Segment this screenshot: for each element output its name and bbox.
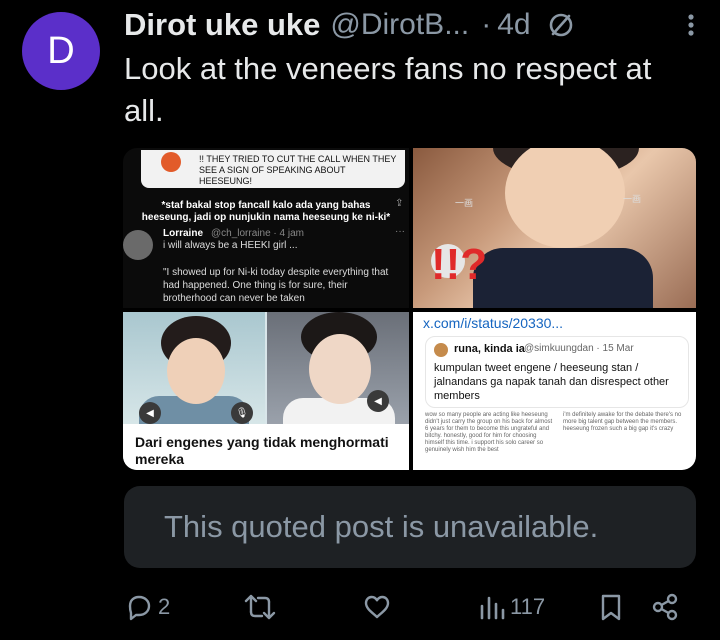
share-icon bbox=[650, 592, 680, 622]
slash-circle-icon bbox=[547, 11, 575, 39]
quoted-post-text: This quoted post is unavailable. bbox=[164, 509, 599, 544]
user-handle: @ch_lorraine · 4 jam bbox=[211, 228, 304, 239]
user-avatar bbox=[123, 230, 153, 260]
reply-icon bbox=[124, 592, 154, 622]
watermark-2: 一画 bbox=[623, 194, 642, 204]
like-button[interactable] bbox=[362, 584, 396, 630]
share-arrow-icon: ⇪ bbox=[395, 198, 404, 209]
speaker-icon: ◀ bbox=[139, 402, 161, 424]
views-count: 117 bbox=[510, 594, 546, 619]
more-icon[interactable] bbox=[678, 4, 704, 46]
dots-icon: ··· bbox=[395, 226, 405, 237]
mini-tweet-right: i'm definitely awake for the debate ther… bbox=[563, 412, 682, 432]
quoted-post-unavailable: This quoted post is unavailable. bbox=[124, 486, 696, 568]
repost-icon bbox=[244, 592, 276, 622]
bold-caption: *staf bakal stop fancall kalo ada yang b… bbox=[141, 200, 391, 223]
banner-text: !! THEY TRIED TO CUT THE CALL WHEN THEY … bbox=[199, 154, 397, 186]
media-image-3[interactable]: ◀ 🎙 ◀ Dari engenes yang tidak menghormat… bbox=[123, 312, 409, 470]
image-caption: Dari engenes yang tidak menghormati mere… bbox=[123, 424, 409, 470]
author-handle[interactable]: @DirotB... bbox=[330, 8, 469, 42]
share-button[interactable] bbox=[650, 584, 680, 630]
card-name: runa, kinda ia bbox=[454, 343, 525, 355]
avatar[interactable]: D bbox=[22, 12, 100, 90]
quote-text: "I showed up for Ni-ki today despite eve… bbox=[163, 267, 389, 304]
mic-icon: 🎙 bbox=[231, 402, 253, 424]
author-display-name[interactable]: Dirot uke uke bbox=[124, 7, 320, 43]
face-shape bbox=[505, 148, 625, 248]
views-button[interactable]: 117 bbox=[478, 584, 545, 630]
embedded-tweet-card: runa, kinda ia @simkuungdan · 15 Mar kum… bbox=[425, 336, 689, 408]
link-url: x.com/i/status/20330... bbox=[423, 315, 564, 331]
emoji-sticker bbox=[161, 152, 181, 172]
shirt-shape bbox=[473, 248, 653, 308]
user-name: Lorraine bbox=[163, 228, 204, 239]
overlay-mark: !!? bbox=[431, 240, 488, 289]
user-text: i will always be a HEEKI girl ... bbox=[163, 240, 298, 251]
views-icon bbox=[478, 592, 506, 622]
card-text: kumpulan tweet engene / heeseung stan / … bbox=[434, 362, 669, 402]
bookmark-button[interactable] bbox=[598, 584, 624, 630]
face-left bbox=[167, 338, 225, 404]
reply-count: 2 bbox=[158, 594, 171, 619]
card-avatar bbox=[434, 343, 448, 357]
heart-icon bbox=[362, 592, 392, 622]
action-bar: 2 117 bbox=[0, 584, 720, 630]
media-grid: !! THEY TRIED TO CUT THE CALL WHEN THEY … bbox=[123, 148, 696, 470]
card-handle: @simkuungdan · 15 Mar bbox=[524, 343, 634, 354]
watermark-1: 一画 bbox=[455, 198, 474, 208]
header-separator: · bbox=[481, 8, 492, 41]
mini-tweet-left: wow so many people are acting like heese… bbox=[425, 412, 553, 453]
banner-bubble: !! THEY TRIED TO CUT THE CALL WHEN THEY … bbox=[141, 150, 405, 188]
face-right bbox=[309, 334, 371, 404]
media-image-2[interactable]: !!? 一画 一画 bbox=[413, 148, 696, 308]
speaker-icon: ◀ bbox=[367, 390, 389, 412]
avatar-letter: D bbox=[47, 29, 75, 72]
media-image-4[interactable]: x.com/i/status/20330... runa, kinda ia @… bbox=[413, 312, 696, 470]
repost-button[interactable] bbox=[244, 584, 280, 630]
post-header: Dirot uke uke @DirotB... · 4d bbox=[124, 4, 710, 46]
post-time[interactable]: 4d bbox=[497, 8, 530, 42]
reply-button[interactable]: 2 bbox=[124, 584, 170, 630]
bookmark-icon bbox=[598, 592, 624, 622]
media-image-1[interactable]: !! THEY TRIED TO CUT THE CALL WHEN THEY … bbox=[123, 148, 409, 308]
post-text: Look at the veneers fans no respect at a… bbox=[124, 51, 652, 128]
